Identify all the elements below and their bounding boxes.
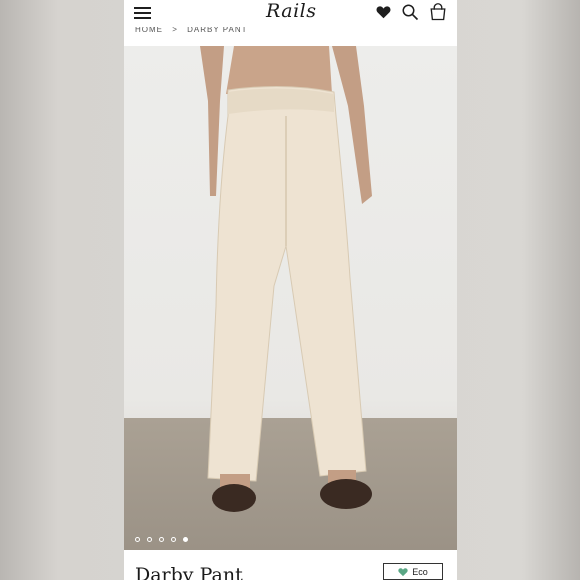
- gallery-pagination: [135, 537, 188, 542]
- site-header: Rails: [124, 0, 457, 27]
- menu-icon-bar: [134, 7, 151, 9]
- menu-icon-bar: [134, 17, 151, 19]
- darby-pant: [207, 85, 367, 482]
- menu-icon-bar: [134, 12, 151, 14]
- gallery-dot[interactable]: [147, 537, 152, 542]
- search-icon[interactable]: [401, 3, 419, 21]
- right-sandal: [320, 479, 372, 509]
- shopping-bag-icon[interactable]: [429, 3, 447, 21]
- gallery-dot[interactable]: [171, 537, 176, 542]
- brand-logo[interactable]: Rails: [266, 0, 316, 22]
- eco-badge[interactable]: Eco: [383, 563, 443, 580]
- gallery-dot[interactable]: [159, 537, 164, 542]
- model-left-arm: [200, 46, 224, 196]
- menu-button[interactable]: [133, 4, 153, 22]
- mobile-viewport: Rails HOME > DARBY PANT Darby Pant Eco: [124, 0, 457, 580]
- product-photo-pants: [200, 46, 372, 512]
- left-sandal: [212, 484, 256, 512]
- product-info: Darby Pant Eco: [124, 550, 457, 580]
- product-title: Darby Pant: [135, 564, 243, 580]
- heart-icon[interactable]: [376, 5, 391, 19]
- product-image-gallery[interactable]: [124, 46, 457, 550]
- gallery-dot[interactable]: [135, 537, 140, 542]
- gallery-dot-active[interactable]: [183, 537, 188, 542]
- heart-leaf-icon: [398, 567, 408, 576]
- eco-badge-label: Eco: [412, 566, 428, 577]
